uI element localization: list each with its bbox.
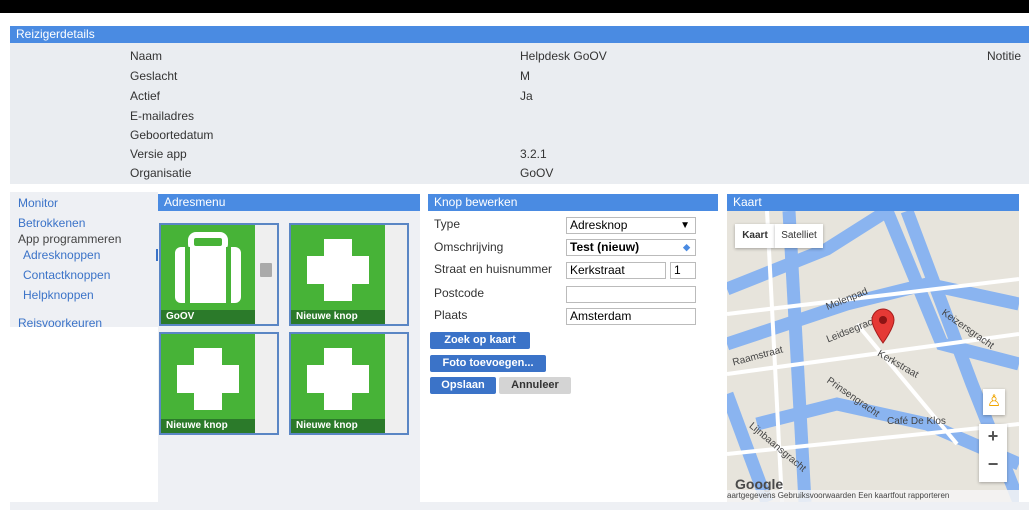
nav-app-programmeren: App programmeren: [18, 232, 122, 246]
field-value-naam: Helpdesk GoOV: [520, 49, 607, 63]
omschrijving-value: Test (nieuw): [570, 240, 640, 254]
straat-input[interactable]: Kerkstraat: [566, 262, 666, 279]
knop-bewerken-panel: Knop bewerken Type Adresknop ▼ Omschrijv…: [428, 194, 718, 502]
straat-label: Straat en huisnummer: [434, 262, 553, 276]
plaats-input[interactable]: Amsterdam: [566, 308, 696, 325]
top-black-bar: [0, 0, 1029, 13]
bottom-strip: [10, 502, 1029, 510]
type-select[interactable]: Adresknop ▼: [566, 217, 696, 234]
pegman-icon[interactable]: ♙: [983, 389, 1005, 415]
tile-label: Nieuwe knop: [291, 419, 385, 433]
zoek-op-kaart-button[interactable]: Zoek op kaart: [430, 332, 530, 349]
field-label-organisatie: Organisatie: [130, 166, 192, 180]
opslaan-button[interactable]: Opslaan: [430, 377, 496, 394]
field-value-actief: Ja: [520, 89, 533, 103]
field-label-versie-app: Versie app: [130, 147, 187, 161]
tile-side-strip: [255, 334, 277, 433]
knop-bewerken-header: Knop bewerken: [428, 194, 718, 211]
notitie-label: Notitie: [987, 49, 1022, 63]
plus-icon-horizontal: [307, 256, 369, 284]
adres-tile-nieuwe-knop-2[interactable]: Nieuwe knop: [159, 332, 279, 435]
omschrijving-input[interactable]: Test (nieuw) ◆: [566, 239, 696, 256]
field-value-geslacht: M: [520, 69, 530, 83]
suitcase-icon: [175, 232, 241, 303]
kaart-header: Kaart: [727, 194, 1019, 211]
type-select-value: Adresknop: [570, 218, 628, 232]
diamond-icon: ◆: [683, 242, 690, 252]
adres-tile-nieuwe-knop-3[interactable]: Nieuwe knop: [289, 332, 409, 435]
tile-side-strip: [385, 334, 407, 433]
zoom-out-icon[interactable]: −: [979, 454, 1007, 475]
field-value-organisatie: GoOV: [520, 166, 554, 180]
plus-icon-horizontal: [177, 365, 239, 393]
map-tab-satelliet[interactable]: Satelliet: [775, 224, 823, 248]
zoom-controls: + −: [979, 424, 1007, 482]
adres-tile-goov[interactable]: GoOV: [159, 223, 279, 326]
nav-helpknoppen[interactable]: Helpknoppen: [23, 288, 94, 302]
tile-label: Nieuwe knop: [291, 310, 385, 324]
postcode-input[interactable]: [566, 286, 696, 303]
kaart-panel[interactable]: Kaart Kaart Satelliet Molenpad Leidsegra…: [727, 194, 1019, 502]
nav-contactknoppen[interactable]: Contactknoppen: [23, 268, 110, 282]
map-marker-icon[interactable]: [870, 308, 896, 344]
tile-side-strip: [385, 225, 407, 324]
foto-toevoegen-button[interactable]: Foto toevoegen...: [430, 355, 546, 372]
nav-monitor[interactable]: Monitor: [18, 196, 58, 210]
reiziger-details-panel: Reizigerdetails Notitie Naam Helpdesk Go…: [10, 26, 1029, 184]
nav-betrokkenen[interactable]: Betrokkenen: [18, 216, 85, 230]
plus-icon-horizontal: [307, 365, 369, 393]
trash-icon[interactable]: [260, 263, 272, 277]
tile-label: Nieuwe knop: [161, 419, 255, 433]
field-label-naam: Naam: [130, 49, 163, 63]
reiziger-details-header: Reizigerdetails: [10, 26, 1029, 43]
adres-tile-nieuwe-knop-1[interactable]: Nieuwe knop: [289, 223, 409, 326]
chevron-down-icon: ▼: [680, 220, 690, 231]
postcode-label: Postcode: [434, 286, 485, 300]
field-label-geslacht: Geslacht: [130, 69, 178, 83]
left-navigation: Monitor Betrokkenen App programmeren Adr…: [10, 192, 160, 502]
map-tab-kaart[interactable]: Kaart: [735, 224, 775, 248]
huisnummer-input[interactable]: 1: [670, 262, 696, 279]
nav-reisvoorkeuren[interactable]: Reisvoorkeuren: [18, 316, 102, 330]
plaats-label: Plaats: [434, 308, 468, 322]
map-footer[interactable]: aartgegevens Gebruiksvoorwaarden Een kaa…: [727, 490, 1019, 502]
poi-label-cafe-de-klos: Café De Klos: [887, 416, 946, 427]
annuleer-button[interactable]: Annuleer: [499, 377, 571, 394]
field-label-geboortedatum: Geboortedatum: [130, 128, 214, 142]
tile-label: GoOV: [161, 310, 255, 324]
zoom-in-icon[interactable]: +: [979, 426, 1007, 447]
omschrijving-label: Omschrijving: [434, 240, 504, 254]
field-label-actief: Actief: [130, 89, 161, 103]
nav-adresknoppen[interactable]: Adresknoppen: [23, 248, 100, 262]
adresmenu-header: Adresmenu: [158, 194, 420, 211]
adresmenu-panel: Adresmenu GoOV Nieuwe knop Nieuwe knop N…: [158, 194, 420, 502]
type-label: Type: [434, 217, 461, 231]
field-value-versie-app: 3.2.1: [520, 147, 547, 161]
field-label-email: E-mailadres: [130, 109, 195, 123]
